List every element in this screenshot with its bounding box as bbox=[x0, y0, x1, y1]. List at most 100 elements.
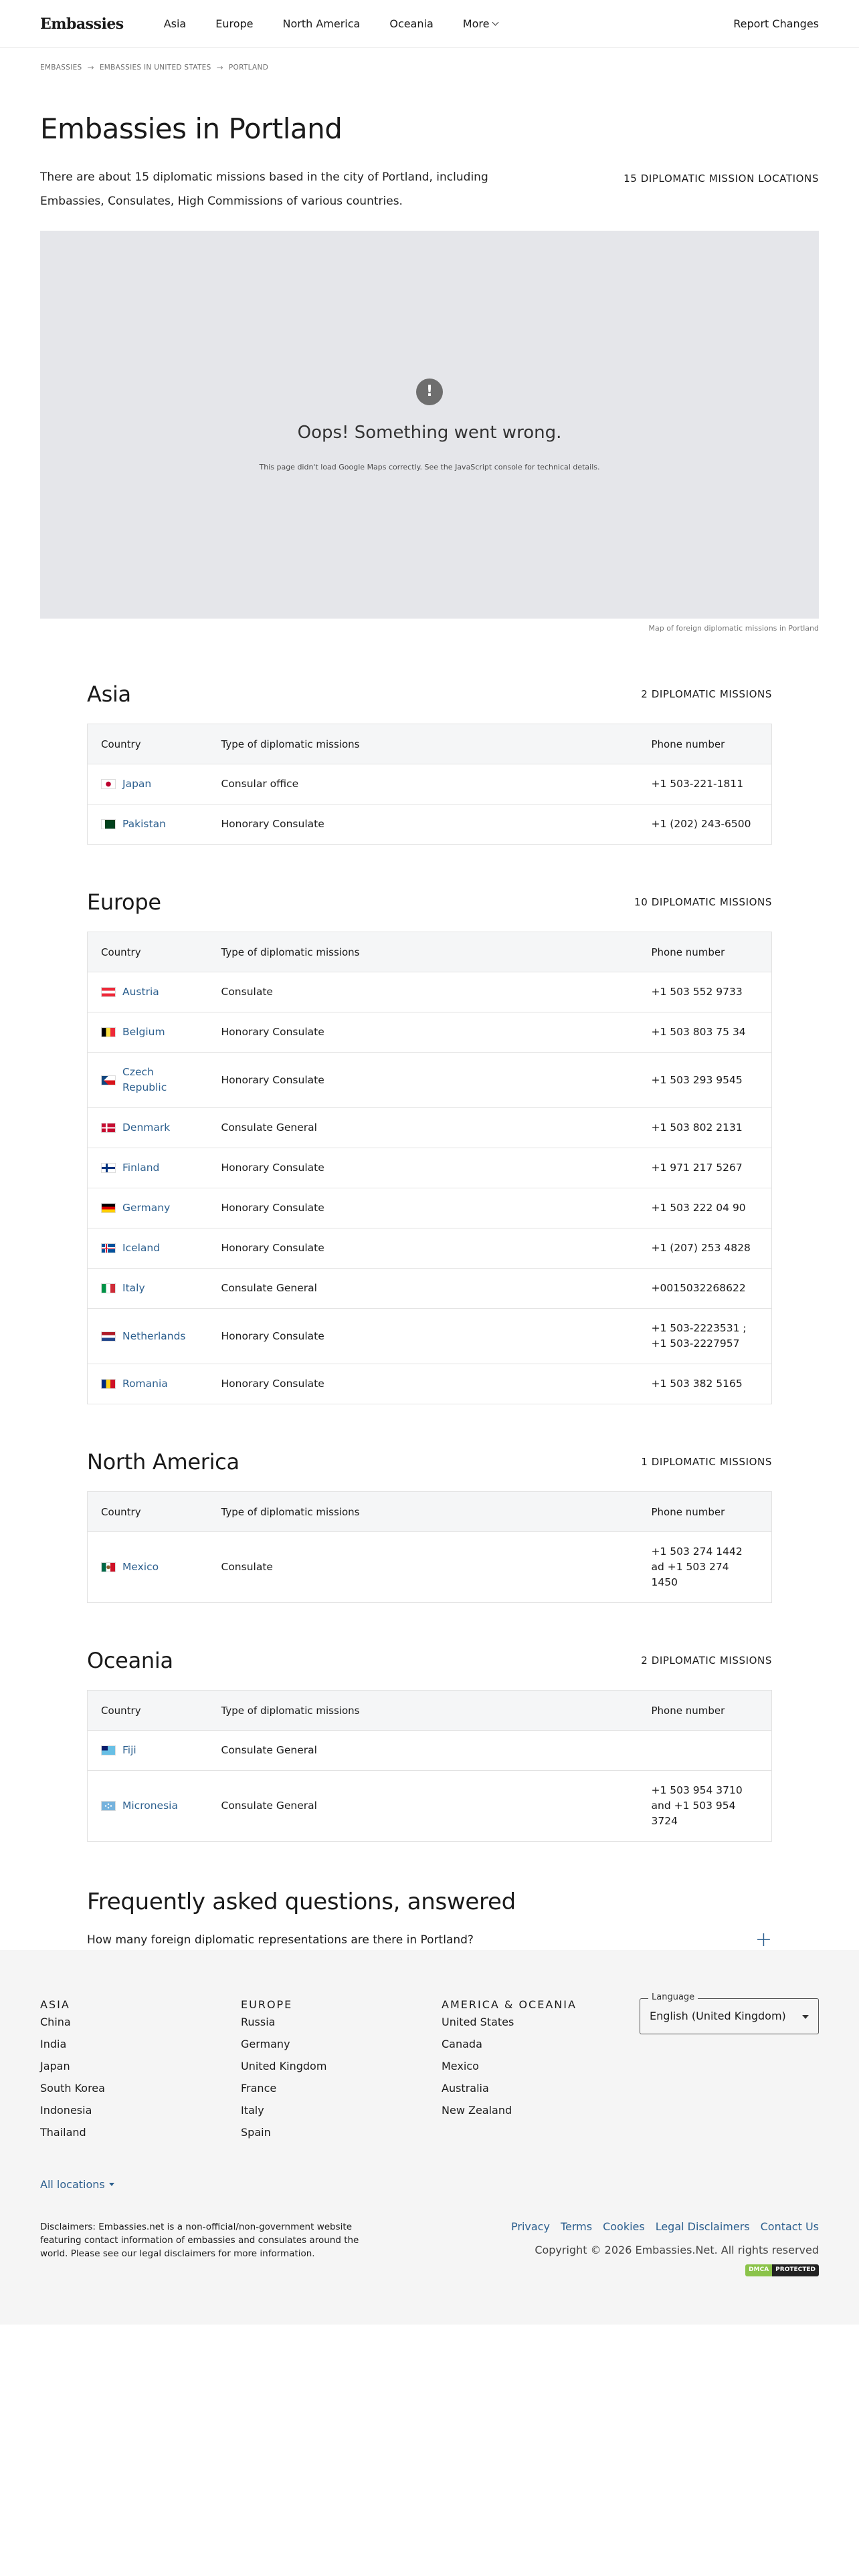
legal-link[interactable]: Cookies bbox=[603, 2220, 645, 2233]
legal-link[interactable]: Privacy bbox=[511, 2220, 550, 2233]
footer-link[interactable]: Germany bbox=[241, 2033, 442, 2055]
region-section: Oceania 2 DIPLOMATIC MISSIONS Country Type … bbox=[87, 1647, 772, 1842]
footer-link[interactable]: United Kingdom bbox=[241, 2055, 442, 2077]
chevron-down-icon bbox=[492, 19, 499, 26]
footer-link[interactable]: China bbox=[40, 2011, 241, 2033]
country-link[interactable]: Belgium bbox=[101, 1025, 195, 1040]
country-link[interactable]: Italy bbox=[101, 1281, 195, 1296]
region-header: Oceania 2 DIPLOMATIC MISSIONS bbox=[87, 1647, 772, 1674]
table-row: Netherlands Honorary Consulate +1 503-2223… bbox=[87, 1308, 772, 1364]
all-locations-link[interactable]: All locations bbox=[40, 2178, 114, 2191]
country-link[interactable]: Mexico bbox=[101, 1560, 195, 1575]
country-link[interactable]: Fiji bbox=[101, 1743, 195, 1758]
legal-link[interactable]: Contact Us bbox=[761, 2220, 819, 2233]
nav-europe[interactable]: Europe bbox=[215, 17, 253, 30]
region-section: North America 1 DIPLOMATIC MISSIONS Countr… bbox=[87, 1448, 772, 1603]
footer-link[interactable]: Russia bbox=[241, 2011, 442, 2033]
country-name: Fiji bbox=[122, 1744, 136, 1756]
arrow-right-icon: → bbox=[87, 63, 94, 72]
dropdown-arrow-icon bbox=[802, 2015, 809, 2019]
pakistan-flag-icon bbox=[101, 819, 116, 829]
country-name: Belgium bbox=[122, 1026, 165, 1038]
belgium-flag-icon bbox=[101, 1027, 116, 1037]
country-link[interactable]: Austria bbox=[101, 984, 195, 1000]
country-link[interactable]: Germany bbox=[101, 1200, 195, 1216]
column-header: Type of diplomatic missions bbox=[207, 724, 638, 764]
nav-north-america[interactable]: North America bbox=[283, 17, 361, 30]
footer-link[interactable]: South Korea bbox=[40, 2077, 241, 2099]
phone-number: +1 (202) 243-6500 bbox=[638, 804, 772, 845]
country-link[interactable]: Pakistan bbox=[101, 817, 195, 832]
map-container[interactable]: ! Oops! Something went wrong. This page … bbox=[40, 231, 819, 619]
footer-link[interactable]: Italy bbox=[241, 2099, 442, 2121]
footer-link[interactable]: Japan bbox=[40, 2055, 241, 2077]
country-link[interactable]: Iceland bbox=[101, 1241, 195, 1256]
footer-link[interactable]: New Zealand bbox=[442, 2099, 642, 2121]
footer-link[interactable]: Thailand bbox=[40, 2121, 241, 2143]
country-link[interactable]: Romania bbox=[101, 1376, 195, 1392]
dmca-label: DMCA bbox=[745, 2264, 773, 2276]
language-select[interactable]: Language English (United Kingdom) bbox=[640, 1992, 819, 2034]
footer-right: Privacy Terms Cookies Legal Disclaimers Cont… bbox=[511, 2220, 819, 2276]
country-name: Mexico bbox=[122, 1561, 159, 1573]
region-title: North America bbox=[87, 1449, 240, 1475]
country-name: Micronesia bbox=[122, 1800, 178, 1812]
legal-link[interactable]: Legal Disclaimers bbox=[656, 2220, 750, 2233]
footer-link[interactable]: Australia bbox=[442, 2077, 642, 2099]
mission-type: Honorary Consulate bbox=[207, 1308, 638, 1364]
phone-number: +1 503 552 9733 bbox=[638, 972, 772, 1012]
legal-link[interactable]: Terms bbox=[561, 2220, 592, 2233]
region-title: Oceania bbox=[87, 1648, 173, 1673]
table-row: Iceland Honorary Consulate +1 (207) 253 48… bbox=[87, 1228, 772, 1269]
footer-link[interactable]: Spain bbox=[241, 2121, 442, 2143]
mission-type: Honorary Consulate bbox=[207, 804, 638, 845]
nav-more[interactable]: More bbox=[463, 17, 499, 30]
country-name: Germany bbox=[122, 1202, 171, 1214]
country-link[interactable]: Czech Republic bbox=[101, 1065, 195, 1095]
footer-link[interactable]: France bbox=[241, 2077, 442, 2099]
missions-table: Country Type of diplomatic missions Phone … bbox=[87, 724, 772, 845]
faq-question: How many foreign diplomatic representati… bbox=[87, 1933, 474, 1947]
region-title: Europe bbox=[87, 889, 161, 915]
country-cell: Fiji bbox=[87, 1730, 208, 1771]
country-cell: Austria bbox=[87, 972, 208, 1012]
italy-flag-icon bbox=[101, 1283, 116, 1293]
nav-oceania[interactable]: Oceania bbox=[389, 17, 433, 30]
regions-list: Asia 2 DIPLOMATIC MISSIONS Country Type of … bbox=[0, 681, 859, 1842]
all-locations-label: All locations bbox=[40, 2178, 105, 2191]
map-error-description: This page didn't load Google Maps correc… bbox=[259, 462, 600, 471]
footer-column: AMERICA & OCEANIA United States Canada Mexi… bbox=[442, 1998, 642, 2143]
locations-count: 15 DIPLOMATIC MISSION LOCATIONS bbox=[624, 173, 819, 185]
footer-link[interactable]: United States bbox=[442, 2011, 642, 2033]
country-link[interactable]: Finland bbox=[101, 1160, 195, 1176]
country-link[interactable]: Netherlands bbox=[101, 1329, 195, 1344]
country-cell: Belgium bbox=[87, 1012, 208, 1053]
breadcrumb-embassies[interactable]: EMBASSIES bbox=[40, 64, 82, 72]
region-title: Asia bbox=[87, 681, 131, 707]
breadcrumb-us[interactable]: EMBASSIES IN UNITED STATES bbox=[100, 64, 211, 72]
arrow-right-icon: → bbox=[216, 63, 223, 72]
nav-asia[interactable]: Asia bbox=[164, 17, 187, 30]
dmca-badge[interactable]: DMCA PROTECTED bbox=[745, 2264, 819, 2276]
column-header: Phone number bbox=[638, 724, 772, 764]
country-cell: Czech Republic bbox=[87, 1052, 208, 1108]
table-header-row: Country Type of diplomatic missions Phone … bbox=[87, 724, 772, 764]
site-footer: ASIA China India Japan South Korea Indonesia T… bbox=[0, 1950, 859, 2325]
phone-number: +1 503 382 5165 bbox=[638, 1364, 772, 1404]
map-caption: Map of foreign diplomatic missions in Po… bbox=[648, 624, 819, 633]
footer-link[interactable]: India bbox=[40, 2033, 241, 2055]
footer-link[interactable]: Canada bbox=[442, 2033, 642, 2055]
footer-column-title: EUROPE bbox=[241, 1998, 293, 2011]
plus-icon[interactable]: + bbox=[755, 1930, 772, 1950]
country-link[interactable]: Denmark bbox=[101, 1120, 195, 1136]
site-logo[interactable]: Embassies bbox=[40, 15, 124, 33]
report-changes-link[interactable]: Report Changes bbox=[733, 17, 819, 30]
denmark-flag-icon bbox=[101, 1123, 116, 1133]
footer-link[interactable]: Indonesia bbox=[40, 2099, 241, 2121]
country-name: Netherlands bbox=[122, 1329, 186, 1342]
country-link[interactable]: Micronesia bbox=[101, 1798, 195, 1814]
footer-link[interactable]: Mexico bbox=[442, 2055, 642, 2077]
country-name: Japan bbox=[122, 778, 152, 790]
country-link[interactable]: Japan bbox=[101, 776, 195, 792]
phone-number: +1 971 217 5267 bbox=[638, 1148, 772, 1188]
